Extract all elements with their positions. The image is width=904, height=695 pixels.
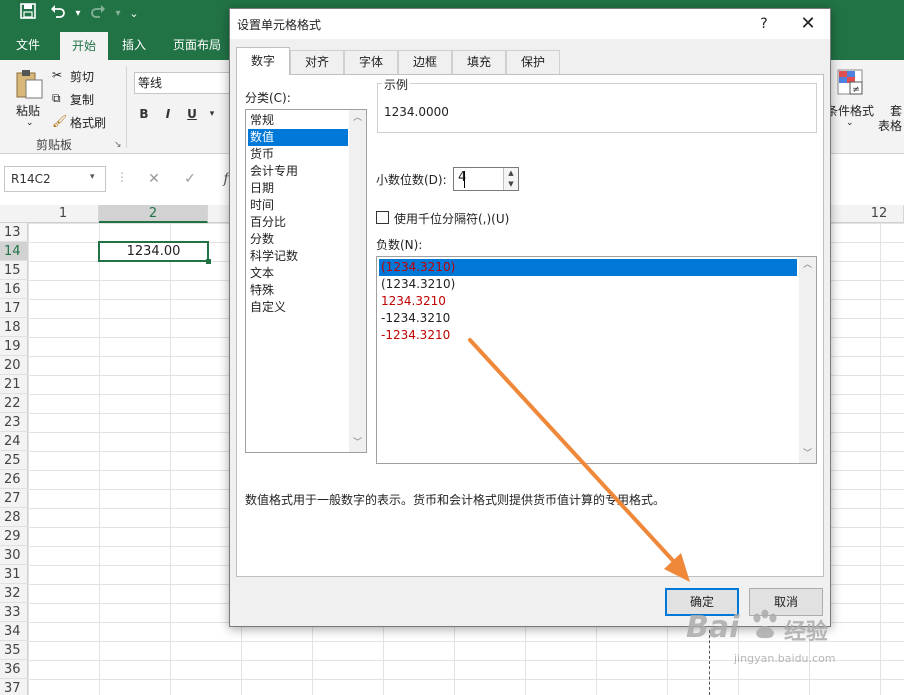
paw-icon	[748, 608, 782, 645]
page-break-line	[709, 630, 710, 695]
watermark-url: jingyan.baidu.com	[734, 652, 836, 665]
watermark-brand: Bai	[686, 610, 740, 645]
watermark-brand-2: 经验	[784, 620, 829, 645]
tab-number[interactable]: 数字	[236, 47, 290, 75]
annotation-arrow	[468, 338, 690, 582]
arrow-shaft	[468, 338, 679, 567]
